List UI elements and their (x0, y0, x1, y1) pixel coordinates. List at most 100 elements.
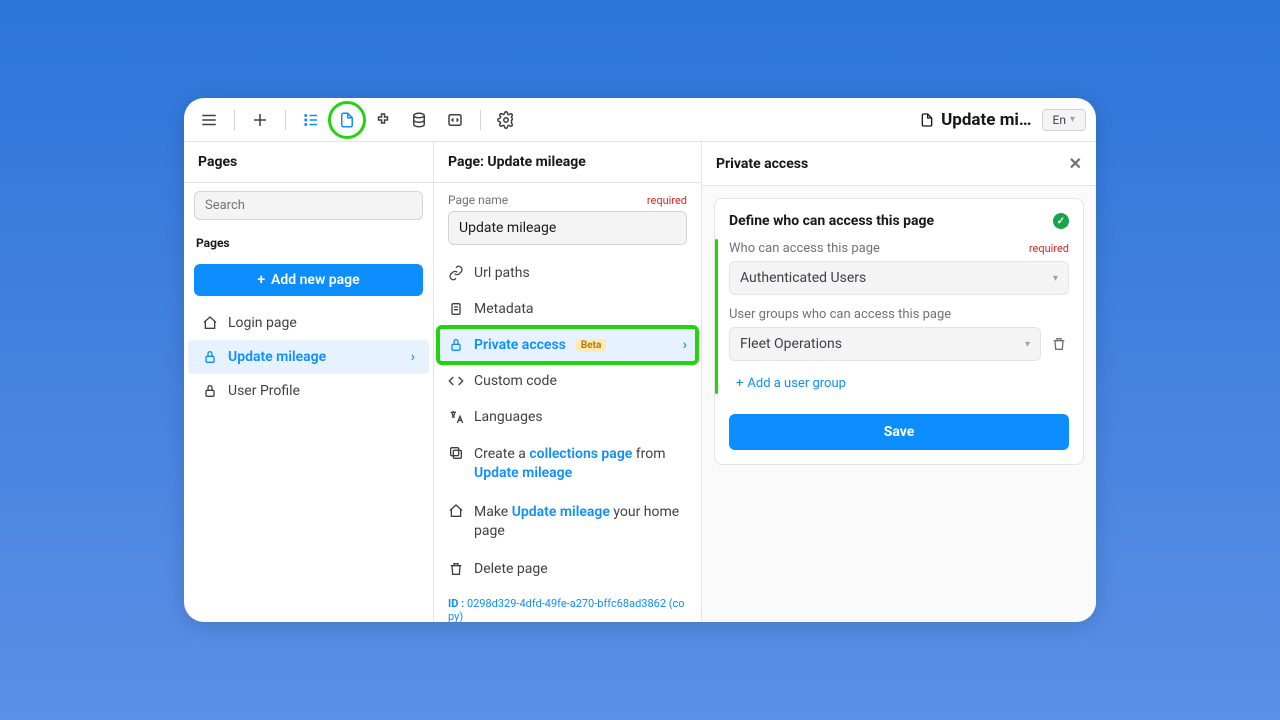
page-name-input[interactable] (448, 211, 687, 245)
page-item-user-profile[interactable]: User Profile (188, 374, 429, 408)
config-label: Custom code (474, 373, 557, 389)
groups-label-text: User groups who can access this page (729, 307, 951, 322)
config-private-access[interactable]: Private access Beta › (438, 327, 697, 363)
topbar-left (194, 105, 521, 135)
pages-panel-title: Pages (198, 154, 237, 170)
search-wrap (184, 183, 433, 228)
toolbar-divider (480, 110, 481, 130)
card-title: Define who can access this page (729, 213, 1069, 229)
group-row: Fleet Operations ▾ (729, 327, 1069, 361)
who-access-value: Authenticated Users (740, 270, 866, 286)
home-icon (202, 315, 218, 331)
config-label: Delete page (474, 561, 548, 577)
page-id: ID : 0298d329-4dfd-49fe-a270-bffc68ad386… (434, 587, 701, 622)
chevron-right-icon: › (683, 337, 687, 353)
card-title-text: Define who can access this page (729, 213, 934, 229)
who-access-select[interactable]: Authenticated Users ▾ (729, 261, 1069, 295)
home-icon (448, 503, 464, 519)
page-item-label: User Profile (228, 383, 300, 399)
search-input[interactable] (194, 191, 423, 220)
accent-bar (715, 239, 718, 394)
groups-label: User groups who can access this page (729, 307, 1069, 322)
add-group-label: Add a user group (747, 376, 846, 391)
pages-panel-header: Pages (184, 142, 433, 183)
link-icon (448, 265, 464, 281)
clipboard-icon (448, 301, 464, 317)
gear-icon[interactable] (491, 105, 521, 135)
config-make-homepage[interactable]: Make Update mileage your home page (434, 493, 701, 551)
code-icon (448, 373, 464, 389)
config-delete-page[interactable]: Delete page (434, 551, 701, 587)
plus-icon: + (736, 376, 743, 391)
toolbar-divider (285, 110, 286, 130)
language-label: En (1053, 113, 1066, 127)
config-label: Url paths (474, 265, 530, 281)
page-item-label: Login page (228, 315, 297, 331)
lock-icon (202, 383, 218, 399)
chevron-down-icon: ▾ (1070, 114, 1075, 125)
menu-icon[interactable] (194, 105, 224, 135)
page-icon[interactable] (332, 105, 362, 135)
pages-panel: Pages Pages + Add new page Login page Up… (184, 142, 434, 622)
save-label: Save (884, 424, 915, 440)
delete-group-button[interactable] (1049, 334, 1069, 354)
panels: Pages Pages + Add new page Login page Up… (184, 142, 1096, 622)
id-value[interactable]: 0298d329-4dfd-49fe-a270-bffc68ad3862 (467, 597, 666, 610)
config-languages[interactable]: Languages (434, 399, 701, 435)
chevron-right-icon: › (411, 349, 415, 365)
list-icon[interactable] (296, 105, 326, 135)
config-custom-code[interactable]: Custom code (434, 363, 701, 399)
private-access-header: Private access ✕ (702, 142, 1096, 186)
lock-icon (448, 337, 464, 353)
config-collections[interactable]: Create a collections page from Update mi… (434, 435, 701, 493)
pages-section-title: Pages (184, 228, 433, 258)
page-item-label: Update mileage (228, 349, 326, 365)
chevron-down-icon: ▾ (1025, 339, 1030, 350)
who-label-text: Who can access this page (729, 241, 880, 256)
config-label: Metadata (474, 301, 534, 317)
title-text: Update mi… (941, 110, 1031, 130)
add-icon[interactable] (245, 105, 275, 135)
app-window: Update mi… En ▾ Pages Pages + Add new pa… (184, 98, 1096, 622)
add-group-button[interactable]: + Add a user group (729, 371, 853, 396)
page-item-login[interactable]: Login page (188, 306, 429, 340)
plus-icon: + (257, 272, 265, 288)
check-icon (1053, 213, 1069, 229)
config-label: Create a collections page from Update mi… (474, 445, 687, 483)
private-access-panel: Private access ✕ Define who can access t… (702, 142, 1096, 622)
add-page-button[interactable]: + Add new page (194, 264, 423, 296)
save-button[interactable]: Save (729, 414, 1069, 450)
page-config-panel: Page: Update mileage Page name required … (434, 142, 702, 622)
page-name-label-text: Page name (448, 193, 508, 207)
topbar: Update mi… En ▾ (184, 98, 1096, 142)
required-badge: required (647, 194, 687, 207)
code-block-icon[interactable] (440, 105, 470, 135)
page-title: Update mi… (919, 110, 1031, 130)
beta-badge: Beta (576, 339, 606, 352)
group-value: Fleet Operations (740, 336, 842, 352)
private-access-title: Private access (716, 156, 808, 172)
required-badge: required (1029, 242, 1069, 255)
access-card: Define who can access this page Who can … (714, 198, 1084, 465)
topbar-right: Update mi… En ▾ (919, 109, 1086, 131)
config-url-paths[interactable]: Url paths (434, 255, 701, 291)
page-name-label: Page name required (434, 183, 701, 211)
config-label: Private access (474, 337, 566, 353)
page-item-update-mileage[interactable]: Update mileage › (188, 340, 429, 374)
page-icon (919, 112, 935, 128)
plugin-icon[interactable] (368, 105, 398, 135)
who-access-label: Who can access this page required (729, 241, 1069, 256)
config-label: Languages (474, 409, 543, 425)
config-metadata[interactable]: Metadata (434, 291, 701, 327)
config-label: Make Update mileage your home page (474, 503, 687, 541)
database-icon[interactable] (404, 105, 434, 135)
trash-icon (1051, 336, 1067, 352)
group-select[interactable]: Fleet Operations ▾ (729, 327, 1041, 361)
toolbar-divider (234, 110, 235, 130)
language-selector[interactable]: En ▾ (1042, 109, 1086, 131)
id-label: ID : (448, 597, 467, 610)
translate-icon (448, 409, 464, 425)
close-icon[interactable]: ✕ (1069, 154, 1082, 173)
copy-icon (448, 445, 464, 461)
trash-icon (448, 561, 464, 577)
